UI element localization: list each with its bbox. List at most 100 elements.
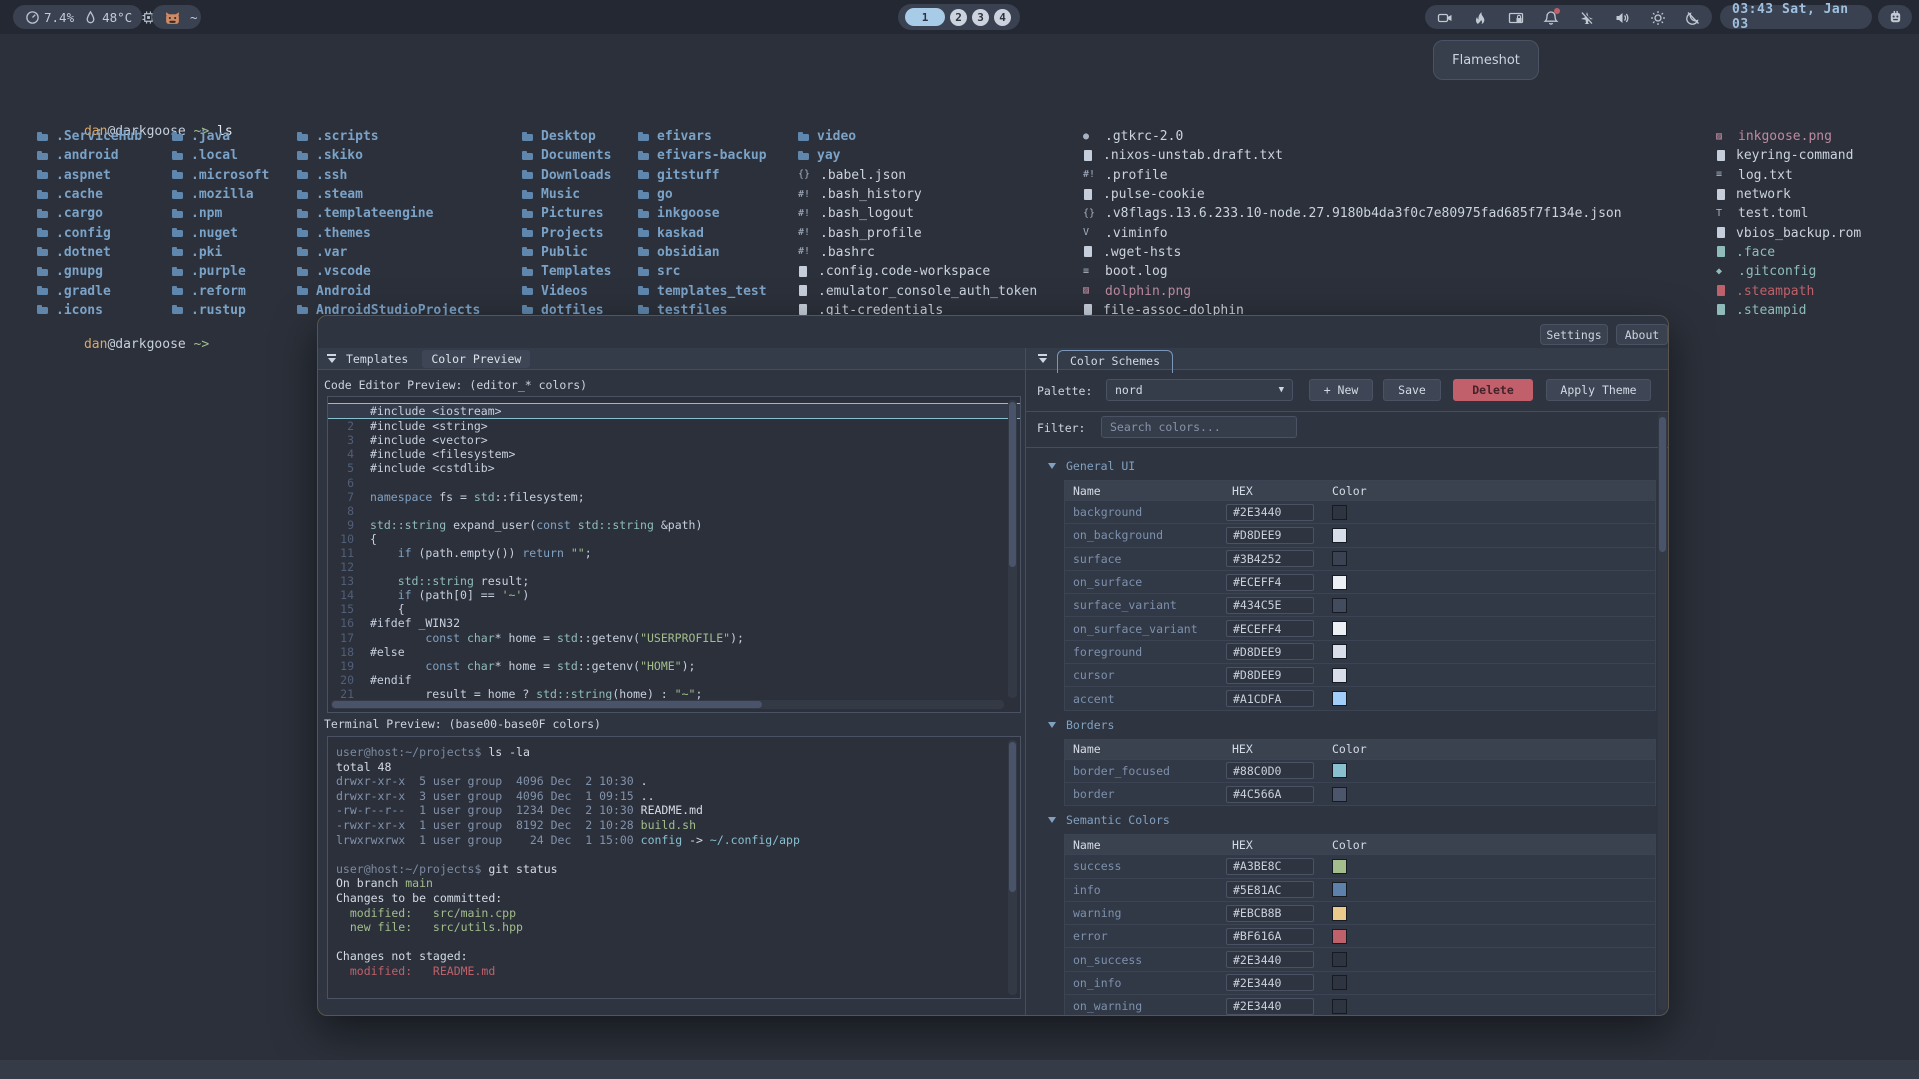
folder-icon — [297, 246, 309, 258]
filter-input[interactable]: Search colors... — [1101, 416, 1297, 438]
diamond-file-icon: ◆ — [1716, 266, 1731, 278]
code-line: 2#include <string> — [328, 419, 1020, 433]
section-header[interactable]: General UI — [1048, 458, 1656, 474]
apply-theme-button[interactable]: Apply Theme — [1546, 379, 1651, 401]
workspace-4[interactable]: 4 — [994, 9, 1011, 26]
collapse-icon[interactable] — [326, 353, 337, 364]
palette-label: Palette: — [1037, 384, 1092, 398]
color-swatch[interactable] — [1332, 505, 1347, 520]
hex-value-field[interactable]: #4C566A — [1226, 786, 1314, 803]
file-entry: {}.v8flags.13.6.233.10-node.27.9180b4da3… — [1083, 204, 1622, 223]
color-swatch[interactable] — [1332, 906, 1347, 921]
scrollbar-thumb[interactable] — [1009, 742, 1016, 892]
folder-icon — [172, 150, 184, 162]
folder-icon — [522, 285, 534, 297]
hex-value-field[interactable]: #ECEFF4 — [1226, 574, 1314, 591]
hex-value-field[interactable]: #434C5E — [1226, 597, 1314, 614]
folder-icon — [638, 227, 650, 239]
hex-value-field[interactable]: #2E3440 — [1226, 974, 1314, 991]
hex-value-field[interactable]: #2E3440 — [1226, 951, 1314, 968]
color-swatch[interactable] — [1332, 598, 1347, 613]
file-entry: ●.gtkrc-2.0 — [1083, 127, 1622, 146]
folder-icon — [798, 131, 810, 143]
color-swatch[interactable] — [1332, 551, 1347, 566]
color-swatch[interactable] — [1332, 999, 1347, 1014]
code-line: 7namespace fs = std::filesystem; — [328, 490, 1020, 504]
color-swatch[interactable] — [1332, 975, 1347, 990]
night-light-off-icon[interactable] — [1685, 10, 1700, 25]
hex-value-field[interactable]: #A3BE8C — [1226, 858, 1314, 875]
volume-icon[interactable] — [1614, 10, 1629, 25]
collapse-icon[interactable] — [1037, 353, 1048, 364]
folder-icon — [297, 131, 309, 143]
notification-badge — [1554, 8, 1560, 14]
tab-color-preview[interactable]: Color Preview — [422, 350, 530, 368]
about-button[interactable]: About — [1616, 324, 1668, 345]
code-line: 17 const char* home = std::getenv("USERP… — [328, 631, 1020, 645]
clock[interactable]: 03:43 Sat, Jan 03 — [1720, 5, 1872, 29]
color-swatch[interactable] — [1332, 787, 1347, 802]
video-camera-icon[interactable] — [1437, 10, 1452, 25]
scrollbar-thumb[interactable] — [1659, 417, 1666, 552]
brightness-sun-icon[interactable] — [1650, 10, 1665, 25]
file-entry: .icons — [37, 301, 142, 320]
color-swatch[interactable] — [1332, 621, 1347, 636]
folder-icon — [522, 266, 534, 278]
color-swatch[interactable] — [1332, 882, 1347, 897]
notification-bell-icon[interactable] — [1543, 10, 1558, 25]
color-swatch[interactable] — [1332, 929, 1347, 944]
workspace-2[interactable]: 2 — [950, 9, 967, 26]
terminal-app-pill[interactable]: ~ — [152, 5, 201, 29]
flameshot-flame-icon[interactable] — [1472, 10, 1487, 25]
hex-value-field[interactable]: #D8DEE9 — [1226, 667, 1314, 684]
screen-lock-icon[interactable] — [1508, 10, 1523, 25]
color-swatch[interactable] — [1332, 668, 1347, 683]
hex-value-field[interactable]: #D8DEE9 — [1226, 643, 1314, 660]
terminal-vscrollbar[interactable] — [1008, 740, 1017, 995]
schemes-scrollbar[interactable] — [1658, 412, 1667, 1010]
section-header[interactable]: Semantic Colors — [1048, 812, 1656, 828]
power-menu[interactable] — [1878, 5, 1912, 29]
editor-hscrollbar[interactable] — [331, 700, 1004, 709]
terminal-token: Changes to be committed: — [336, 891, 502, 905]
color-swatch[interactable] — [1332, 859, 1347, 874]
editor-vscrollbar[interactable] — [1008, 400, 1017, 698]
hex-value-field[interactable]: #D8DEE9 — [1226, 527, 1314, 544]
hex-value-field[interactable]: #2E3440 — [1226, 504, 1314, 521]
color-swatch[interactable] — [1332, 691, 1347, 706]
hex-value-field[interactable]: #ECEFF4 — [1226, 620, 1314, 637]
shell-prompt-line-2[interactable]: dan@darkgoose ~> — [37, 322, 209, 367]
color-swatch[interactable] — [1332, 763, 1347, 778]
color-row: info#5E81AC — [1065, 878, 1655, 901]
tab-templates[interactable]: Templates — [346, 352, 408, 366]
settings-button[interactable]: Settings — [1540, 324, 1608, 345]
delete-button[interactable]: Delete — [1453, 379, 1533, 401]
workspace-1-active[interactable]: 1 — [905, 8, 945, 26]
new-palette-button[interactable]: + New — [1309, 379, 1373, 401]
color-name: on_surface_variant — [1065, 622, 1224, 636]
scrollbar-thumb[interactable] — [332, 701, 762, 708]
hex-value-field[interactable]: #EBCB8B — [1226, 905, 1314, 922]
color-swatch[interactable] — [1332, 528, 1347, 543]
color-swatch[interactable] — [1332, 644, 1347, 659]
section-header[interactable]: Borders — [1048, 717, 1656, 733]
hex-value-field[interactable]: #88C0D0 — [1226, 762, 1314, 779]
hex-value-field[interactable]: #BF616A — [1226, 928, 1314, 945]
file-name: .reform — [191, 284, 246, 299]
tab-color-schemes[interactable]: Color Schemes — [1057, 350, 1173, 373]
save-button[interactable]: Save — [1383, 379, 1441, 401]
hex-value-field[interactable]: #3B4252 — [1226, 550, 1314, 567]
scrollbar-thumb[interactable] — [1009, 402, 1016, 567]
code-line: 9std::string expand_user(const std::stri… — [328, 518, 1020, 532]
workspace-3[interactable]: 3 — [972, 9, 989, 26]
hex-value-field[interactable]: #A1CDFA — [1226, 690, 1314, 707]
airplane-off-icon[interactable] — [1579, 10, 1594, 25]
file-name: .wget-hsts — [1103, 245, 1181, 260]
prompt-user: dan — [84, 337, 107, 352]
hex-value-field[interactable]: #2E3440 — [1226, 998, 1314, 1015]
color-swatch[interactable] — [1332, 575, 1347, 590]
color-swatch[interactable] — [1332, 952, 1347, 967]
palette-select[interactable]: nord ▼ — [1106, 379, 1293, 401]
hex-value-field[interactable]: #5E81AC — [1226, 881, 1314, 898]
file-entry: .templateengine — [297, 204, 480, 223]
